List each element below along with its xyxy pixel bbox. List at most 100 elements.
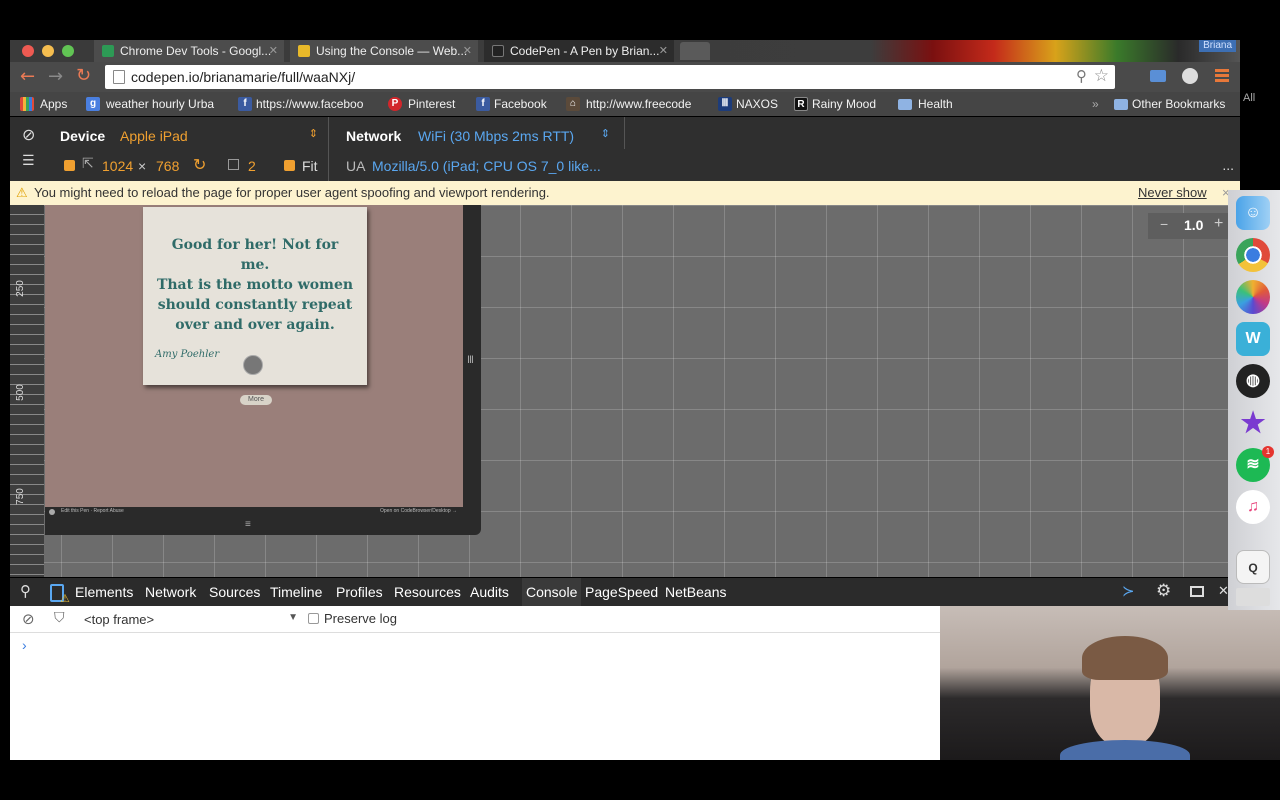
ruler-label-500: 500 (14, 384, 26, 401)
tab-pagespeed[interactable]: PageSpeed (585, 578, 658, 606)
tab-using-the-console[interactable]: Using the Console — Web... ✕ (290, 40, 478, 62)
height-field[interactable]: 768 (156, 158, 179, 174)
fit-checkbox[interactable] (284, 160, 295, 171)
dropdown-arrow-icon: ▼ (288, 612, 298, 623)
reload-icon[interactable]: ↻ (76, 65, 91, 86)
other-bookmarks[interactable]: Other Bookmarks (1114, 92, 1225, 116)
network-select[interactable]: WiFi (30 Mbps 2ms RTT) ⇕ (418, 125, 610, 147)
width-field[interactable]: 1024 (102, 158, 133, 174)
bookmark-facebook[interactable]: f Facebook (476, 92, 547, 116)
zoom-search-icon[interactable]: ⚲ (1076, 67, 1087, 85)
settings-gear-icon[interactable]: ⚙ (1156, 581, 1171, 601)
obs-icon[interactable]: ◍ (1236, 364, 1270, 398)
console-input[interactable] (38, 636, 928, 656)
quicktime-document-icon[interactable]: Q (1236, 550, 1270, 584)
bookmark-pinterest[interactable]: P Pinterest (388, 92, 455, 116)
extension-robot-icon[interactable] (1182, 68, 1198, 84)
all-label: All (1243, 92, 1256, 104)
tab-netbeans[interactable]: NetBeans (665, 578, 726, 606)
webcam-overlay (940, 606, 1280, 760)
tab-profiles[interactable]: Profiles (336, 578, 383, 606)
profile-button[interactable]: Briana (1199, 40, 1236, 52)
tab-close-icon[interactable]: ✕ (463, 40, 472, 62)
preserve-log-checkbox[interactable] (308, 613, 319, 624)
codepen-logo-icon (49, 509, 55, 515)
never-show-link[interactable]: Never show (1138, 181, 1207, 205)
back-arrow-icon[interactable]: ← (20, 66, 35, 87)
device-screen: Good for her! Not for me. That is the mo… (45, 205, 463, 519)
bookmark-weather[interactable]: g weather hourly Urba (86, 92, 226, 116)
bookmark-star-icon[interactable]: ☆ (1094, 66, 1109, 86)
tab-resources[interactable]: Resources (394, 578, 461, 606)
tab-sources[interactable]: Sources (209, 578, 260, 606)
bookmark-facebook-url[interactable]: f https://www.faceboo (238, 92, 390, 116)
disable-emulation-icon[interactable]: ⊘ (22, 125, 35, 144)
swap-dimensions-icon[interactable]: ↻ (193, 155, 206, 174)
footer-links[interactable]: Edit this Pen · Report Abuse (61, 508, 124, 514)
inspect-search-icon[interactable]: ⚲ (20, 582, 31, 600)
pinterest-icon: P (388, 97, 402, 111)
more-bookmarks-icon[interactable]: » (1092, 92, 1099, 116)
imovie-star-icon[interactable]: ★ (1236, 406, 1270, 440)
resize-handle-right[interactable]: Ⅲ (467, 355, 474, 366)
more-options-icon[interactable]: ... (1222, 157, 1234, 173)
dock-side-icon[interactable] (1190, 586, 1204, 597)
address-bar[interactable]: codepen.io/brianamarie/full/waaNXj/ ⚲ ☆ (105, 65, 1115, 89)
warning-icon: ⚠ (16, 185, 28, 200)
console-drawer-icon[interactable]: ≻ (1122, 582, 1135, 600)
filter-icon[interactable]: ⛉ (54, 610, 65, 626)
google-developers-icon (298, 45, 310, 57)
tab-chrome-dev-tools[interactable]: Chrome Dev Tools - Googl... ✕ (94, 40, 284, 62)
clear-console-icon[interactable]: ⊘ (22, 610, 35, 628)
presenter-hair (1082, 636, 1168, 680)
pixel-ratio-field[interactable]: 2 (248, 158, 256, 174)
resize-handle-bottom[interactable]: ≡ (245, 519, 251, 530)
trash-icon[interactable] (1236, 588, 1270, 606)
tab-close-icon[interactable]: ✕ (269, 40, 278, 62)
tab-console[interactable]: Console (522, 578, 582, 606)
bookmark-health[interactable]: Health (898, 92, 953, 116)
macos-dock: ☺ W ◍ ★ ≋ 1 ♫ Q (1228, 190, 1280, 610)
tab-network[interactable]: Network (145, 578, 196, 606)
forward-arrow-icon[interactable]: → (48, 66, 63, 87)
chrome-icon[interactable] (1236, 238, 1270, 272)
bookmark-rainy-mood[interactable]: R Rainy Mood (794, 92, 876, 116)
close-window-icon[interactable] (22, 45, 34, 57)
zoom-in-button[interactable]: + (1214, 215, 1223, 233)
more-button[interactable]: More (240, 395, 272, 405)
menu-hamburger-icon[interactable] (1215, 69, 1229, 83)
vertical-ruler: 250 500 750 (10, 205, 44, 577)
url-text[interactable]: codepen.io/brianamarie/full/waaNXj/ (131, 69, 355, 85)
new-tab-button[interactable] (680, 42, 710, 60)
page-icon (113, 70, 125, 84)
tab-close-icon[interactable]: ✕ (659, 40, 668, 62)
notification-badge: 1 (1262, 446, 1274, 458)
finder-icon[interactable]: ☺ (1236, 196, 1270, 230)
reload-warning-bar: ⚠ You might need to reload the page for … (10, 181, 1240, 205)
zoom-control: − 1.0 + (1148, 213, 1228, 239)
maximize-window-icon[interactable] (62, 45, 74, 57)
extension-window-icon[interactable] (1150, 70, 1166, 82)
tab-elements[interactable]: Elements (75, 578, 133, 606)
toggle-drawer-icon[interactable]: ☰ (22, 153, 35, 169)
resolution-checkbox[interactable] (64, 160, 75, 171)
user-agent-field[interactable]: Mozilla/5.0 (iPad; CPU OS 7_0 like... (372, 158, 612, 174)
frame-selector[interactable]: <top frame> ▼ (82, 608, 302, 630)
zoom-out-button[interactable]: − (1160, 216, 1168, 232)
webstorm-icon[interactable]: W (1236, 322, 1270, 356)
bookmark-naxos[interactable]: Ⅲ NAXOS (718, 92, 778, 116)
ruler-label-750: 750 (14, 488, 26, 505)
minimize-window-icon[interactable] (42, 45, 54, 57)
bookmark-apps[interactable]: Apps (20, 92, 67, 116)
itunes-icon[interactable]: ♫ (1236, 490, 1270, 524)
photos-icon[interactable] (1236, 280, 1270, 314)
tab-audits[interactable]: Audits (470, 578, 509, 606)
facebook-icon: f (238, 97, 252, 111)
device-select[interactable]: Apple iPad ⇕ (120, 125, 318, 147)
open-on-desktop-link[interactable]: Open on CodeBrowser/Desktop → (380, 508, 457, 514)
tab-timeline[interactable]: Timeline (270, 578, 322, 606)
device-frame: Good for her! Not for me. That is the mo… (45, 205, 481, 535)
dropdown-arrows-icon: ⇕ (308, 128, 318, 140)
bookmark-freecodecamp[interactable]: ⌂ http://www.freecode (566, 92, 720, 116)
tab-codepen[interactable]: CodePen - A Pen by Brian... ✕ (484, 40, 674, 62)
